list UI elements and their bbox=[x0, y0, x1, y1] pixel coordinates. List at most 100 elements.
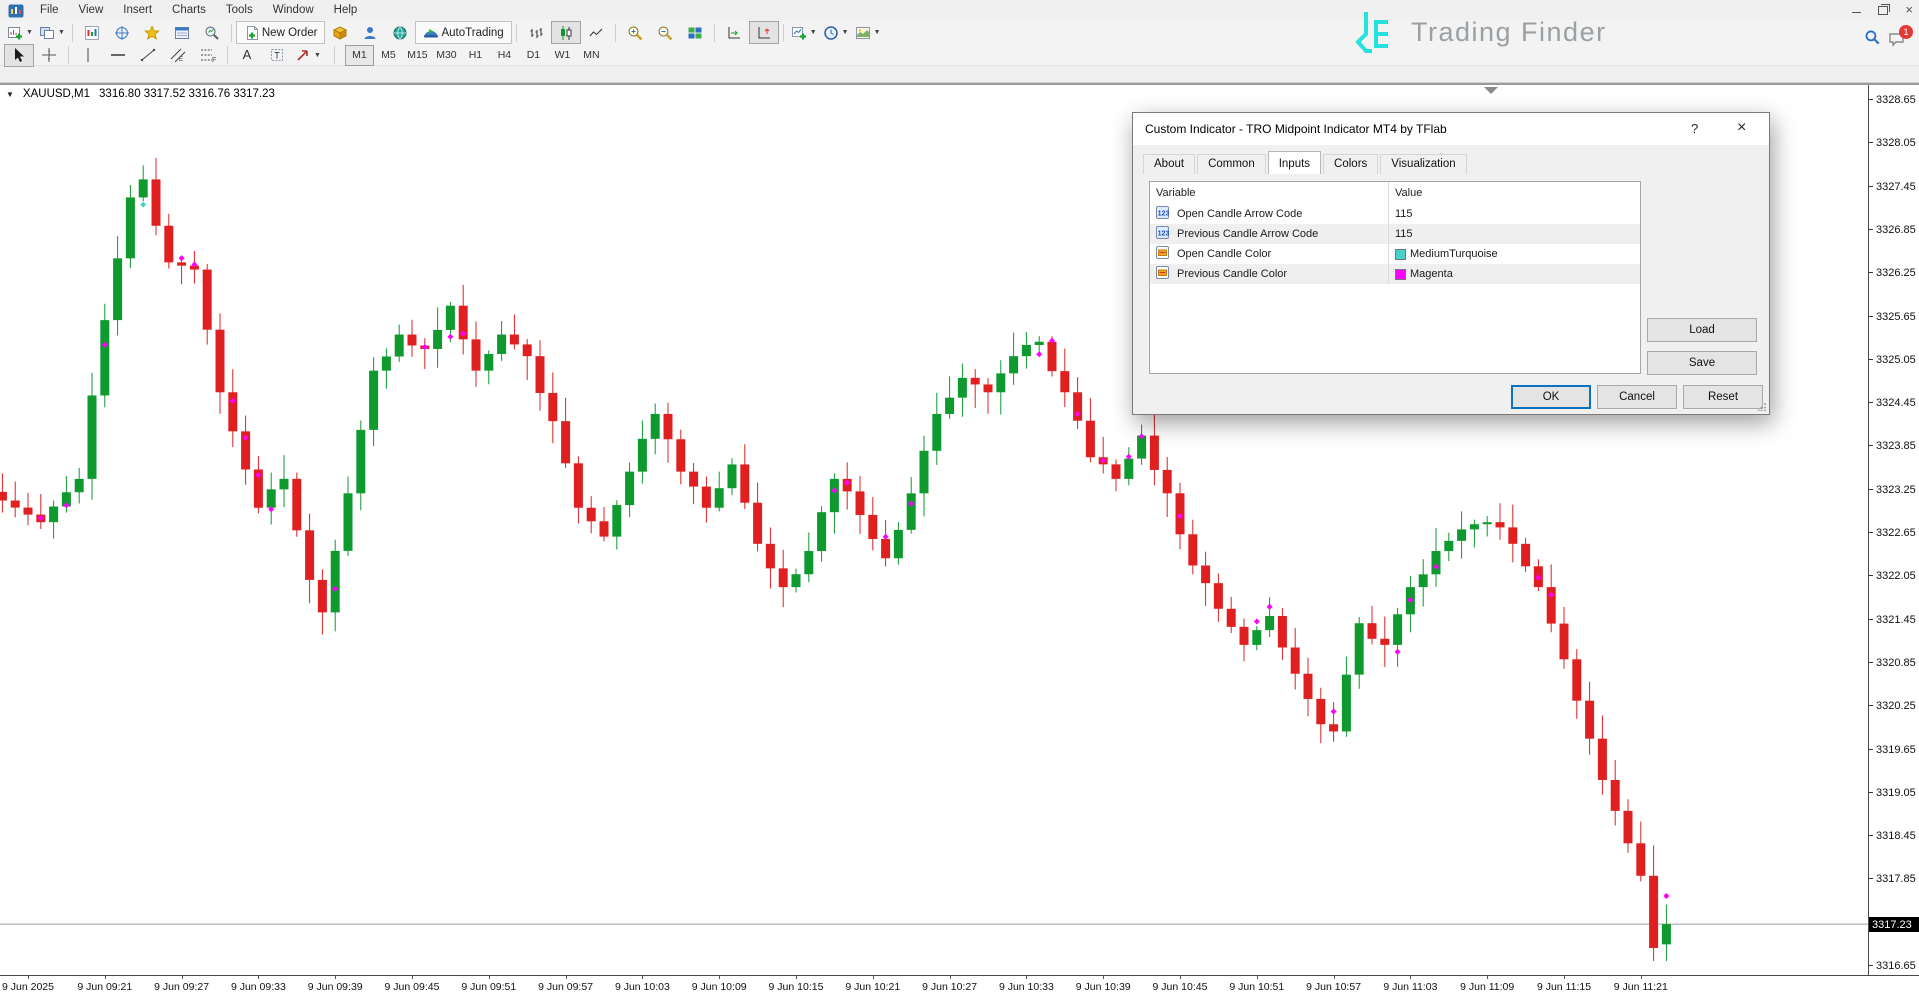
vertical-line-icon bbox=[80, 47, 96, 63]
tab-common[interactable]: Common bbox=[1197, 154, 1266, 174]
line-chart-button[interactable] bbox=[581, 21, 611, 44]
timeframe-h1-button[interactable]: H1 bbox=[461, 45, 490, 66]
arrows-button[interactable]: ▼ bbox=[292, 44, 324, 67]
channel-button[interactable]: E bbox=[163, 44, 193, 67]
tab-visualization[interactable]: Visualization bbox=[1380, 154, 1466, 174]
price-tick-label: 3325.65 bbox=[1876, 311, 1916, 323]
timeframe-d1-button[interactable]: D1 bbox=[519, 45, 548, 66]
timeframe-h4-button[interactable]: H4 bbox=[490, 45, 519, 66]
value-cell[interactable]: 115 bbox=[1389, 224, 1640, 244]
menu-item-insert[interactable]: Insert bbox=[113, 2, 162, 18]
profiles-button[interactable]: ▼ bbox=[36, 21, 68, 44]
dialog-close-button[interactable]: × bbox=[1737, 119, 1746, 137]
tile-windows-button[interactable] bbox=[680, 21, 710, 44]
autotrading-button[interactable]: AutoTrading bbox=[415, 21, 511, 44]
menu-item-tools[interactable]: Tools bbox=[216, 2, 263, 18]
standard-toolbar: ▼ ▼ New Order AutoTrading bbox=[0, 20, 1919, 45]
horizontal-line-button[interactable] bbox=[103, 44, 133, 67]
load-button[interactable]: Load bbox=[1647, 318, 1757, 342]
timeframe-m1-button[interactable]: M1 bbox=[345, 45, 374, 66]
table-row[interactable]: Open Candle ColorMediumTurquoise bbox=[1150, 244, 1640, 264]
price-tick-label: 3321.45 bbox=[1876, 614, 1916, 626]
cancel-button[interactable]: Cancel bbox=[1597, 385, 1677, 409]
fibonacci-button[interactable]: F bbox=[193, 44, 223, 67]
text-label-button[interactable]: T bbox=[262, 44, 292, 67]
zoom-in-button[interactable] bbox=[620, 21, 650, 44]
metaeditor-button[interactable] bbox=[325, 21, 355, 44]
timeframe-m5-button[interactable]: M5 bbox=[374, 45, 403, 66]
line-chart-icon bbox=[588, 25, 604, 41]
dialog-titlebar[interactable]: Custom Indicator - TRO Midpoint Indicato… bbox=[1133, 113, 1769, 145]
menu-item-file[interactable]: File bbox=[30, 2, 69, 18]
table-row[interactable]: 123Previous Candle Arrow Code115 bbox=[1150, 224, 1640, 244]
notification-badge: 1 bbox=[1899, 25, 1913, 39]
templates-button[interactable]: ▼ bbox=[852, 21, 884, 44]
terminal-icon bbox=[174, 25, 190, 41]
text-button[interactable]: A bbox=[232, 44, 262, 67]
chart-shift-button[interactable] bbox=[749, 21, 779, 44]
equidistant-channel-icon: E bbox=[170, 47, 186, 63]
search-button[interactable] bbox=[1864, 29, 1881, 51]
chart-shift-marker-icon[interactable] bbox=[1484, 87, 1498, 94]
inputs-table[interactable]: VariableValue123Open Candle Arrow Code11… bbox=[1149, 181, 1641, 374]
menu-item-window[interactable]: Window bbox=[263, 2, 324, 18]
crosshair-button[interactable] bbox=[34, 44, 64, 67]
tab-about[interactable]: About bbox=[1143, 154, 1195, 174]
dialog-resize-grip[interactable] bbox=[1758, 403, 1766, 411]
data-window-button[interactable] bbox=[107, 21, 137, 44]
custom-indicator-dialog: Custom Indicator - TRO Midpoint Indicato… bbox=[1132, 112, 1770, 415]
ok-button[interactable]: OK bbox=[1511, 385, 1591, 409]
timeframe-mn-button[interactable]: MN bbox=[577, 45, 606, 66]
strategy-tester-button[interactable] bbox=[197, 21, 227, 44]
restore-button[interactable] bbox=[1878, 6, 1888, 15]
tab-colors[interactable]: Colors bbox=[1323, 154, 1378, 174]
tab-inputs[interactable]: Inputs bbox=[1268, 151, 1321, 174]
menu-item-charts[interactable]: Charts bbox=[162, 2, 216, 18]
timeframe-m30-button[interactable]: M30 bbox=[432, 45, 461, 66]
terminal-button[interactable] bbox=[167, 21, 197, 44]
value-cell[interactable]: 115 bbox=[1389, 204, 1640, 224]
previous-candle-marker bbox=[1331, 708, 1337, 714]
variable-cell: 123Previous Candle Arrow Code bbox=[1150, 224, 1389, 244]
zoom-out-button[interactable] bbox=[650, 21, 680, 44]
table-row[interactable]: Previous Candle ColorMagenta bbox=[1150, 264, 1640, 284]
time-tick-mark bbox=[873, 976, 874, 979]
reset-button[interactable]: Reset bbox=[1683, 385, 1763, 409]
news-button[interactable] bbox=[385, 21, 415, 44]
minimize-button[interactable] bbox=[1852, 7, 1861, 13]
time-axis[interactable]: 9 Jun 20259 Jun 09:219 Jun 09:279 Jun 09… bbox=[0, 975, 1919, 996]
dialog-help-button[interactable]: ? bbox=[1691, 121, 1698, 136]
save-button[interactable]: Save bbox=[1647, 351, 1757, 375]
table-row[interactable]: 123Open Candle Arrow Code115 bbox=[1150, 204, 1640, 224]
close-button[interactable]: × bbox=[1905, 4, 1913, 16]
time-tick-mark bbox=[28, 976, 29, 979]
community-button[interactable] bbox=[355, 21, 385, 44]
value-cell[interactable]: Magenta bbox=[1389, 264, 1640, 284]
cursor-button[interactable] bbox=[4, 44, 34, 67]
timeframe-w1-button[interactable]: W1 bbox=[548, 45, 577, 66]
value-text: Magenta bbox=[1410, 268, 1453, 280]
trendline-button[interactable] bbox=[133, 44, 163, 67]
bar-chart-button[interactable] bbox=[521, 21, 551, 44]
svg-text:T: T bbox=[274, 51, 280, 61]
value-cell[interactable]: MediumTurquoise bbox=[1389, 244, 1640, 264]
time-tick-label: 9 Jun 09:51 bbox=[461, 981, 516, 993]
navigator-button[interactable] bbox=[137, 21, 167, 44]
time-tick-label: 9 Jun 10:39 bbox=[1076, 981, 1131, 993]
auto-scroll-button[interactable] bbox=[719, 21, 749, 44]
menu-item-help[interactable]: Help bbox=[324, 2, 368, 18]
price-axis[interactable]: 3328.653328.053327.453326.853326.253325.… bbox=[1868, 85, 1919, 975]
new-order-button[interactable]: New Order bbox=[236, 21, 326, 44]
symbol-dropdown-icon[interactable]: ▼ bbox=[6, 90, 14, 99]
previous-candle-marker bbox=[179, 255, 185, 261]
market-watch-button[interactable] bbox=[77, 21, 107, 44]
candlestick-chart-button[interactable] bbox=[551, 21, 581, 44]
new-chart-button[interactable]: ▼ bbox=[4, 21, 36, 44]
periods-button[interactable]: ▼ bbox=[820, 21, 852, 44]
vertical-line-button[interactable] bbox=[73, 44, 103, 67]
price-tick-label: 3320.85 bbox=[1876, 657, 1916, 669]
menu-item-view[interactable]: View bbox=[69, 2, 114, 18]
indicators-button[interactable]: ▼ bbox=[788, 21, 820, 44]
timeframe-m15-button[interactable]: M15 bbox=[403, 45, 432, 66]
time-tick-label: 9 Jun 09:33 bbox=[231, 981, 286, 993]
